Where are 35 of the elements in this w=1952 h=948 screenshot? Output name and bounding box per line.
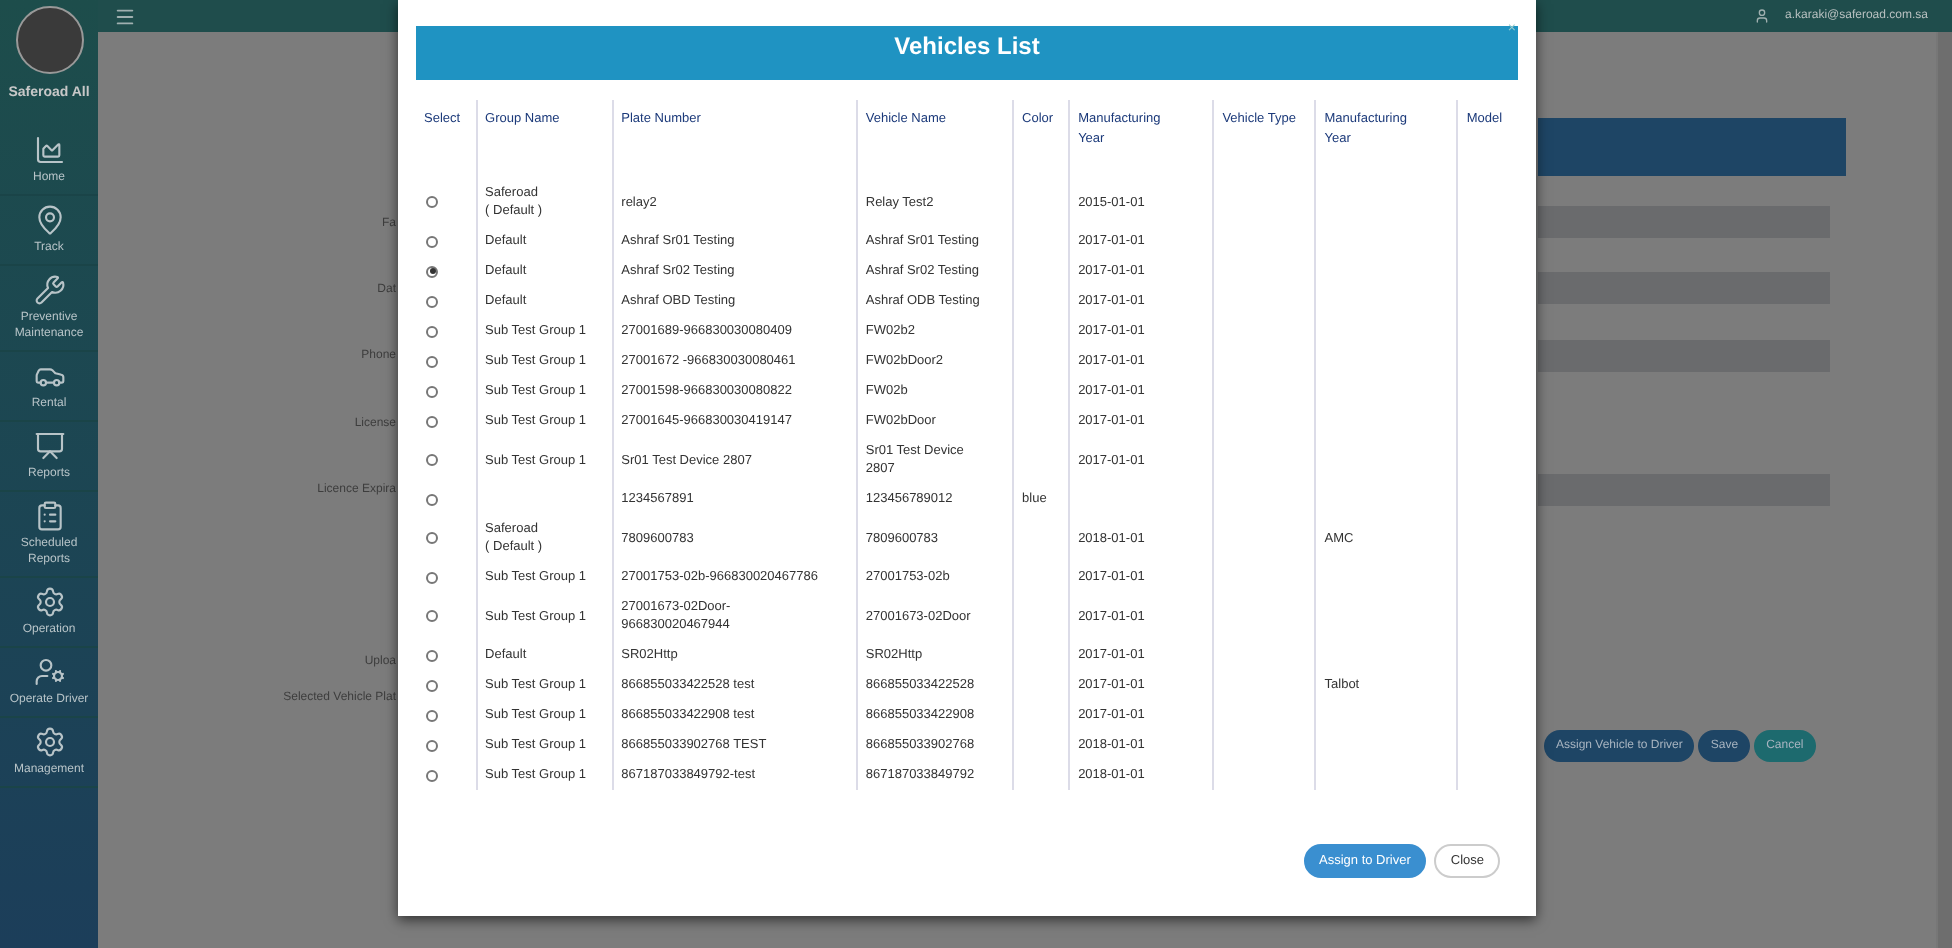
clipboard-icon [33, 499, 65, 531]
radio-button[interactable] [426, 532, 438, 544]
text-field[interactable] [1538, 272, 1830, 304]
radio-button[interactable] [426, 325, 438, 337]
text-field[interactable] [1538, 206, 1830, 238]
radio-button[interactable] [426, 679, 438, 691]
radio-button[interactable] [426, 385, 438, 397]
map-pin-icon [33, 203, 65, 235]
gear-icon [33, 585, 65, 617]
radio-button[interactable] [426, 295, 438, 307]
radio-button[interactable] [426, 709, 438, 721]
radio-button[interactable] [426, 571, 438, 583]
radio-button[interactable] [426, 610, 438, 622]
radio-button[interactable] [426, 355, 438, 367]
radio-button[interactable] [426, 493, 438, 505]
radio-button[interactable] [426, 649, 438, 661]
radio-button[interactable] [426, 235, 438, 247]
driver-icon [33, 655, 65, 687]
radio-button[interactable] [426, 196, 438, 208]
text-field[interactable] [1538, 474, 1830, 506]
gear-icon [33, 725, 65, 757]
scrollbar[interactable] [1936, 32, 1952, 948]
radio-button[interactable] [426, 415, 438, 427]
user-icon[interactable] [1753, 8, 1770, 24]
menu-icon[interactable] [114, 5, 136, 27]
radio-button[interactable] [426, 454, 438, 466]
presentation-board-icon [33, 429, 65, 461]
wrench-icon [33, 273, 65, 305]
radio-button[interactable] [426, 739, 438, 751]
chart-icon [33, 133, 65, 165]
radio-button[interactable] [426, 265, 438, 277]
radio-button[interactable] [426, 769, 438, 781]
modal-title: Vehicles List [894, 30, 1040, 64]
avatar [15, 6, 83, 74]
text-field[interactable] [1538, 340, 1830, 372]
